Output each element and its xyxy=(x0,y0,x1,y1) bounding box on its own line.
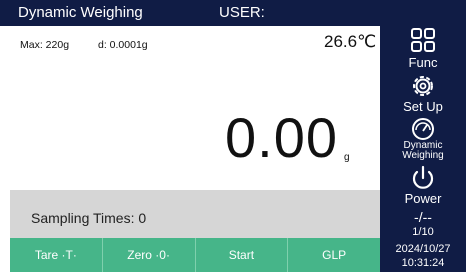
func-label: Func xyxy=(408,55,438,70)
mode-title: Dynamic Weighing xyxy=(18,4,143,21)
power-button[interactable]: Power xyxy=(380,164,466,205)
page-indicator: 1/10 xyxy=(412,226,434,238)
readability: d: 0.0001g xyxy=(98,39,148,51)
side-menu: Func Set Up Dynamic Weighing Power -/-- … xyxy=(380,0,466,272)
level-indicator: -/-- xyxy=(414,209,432,225)
dynamic-label-line2: Weighing xyxy=(402,150,444,161)
weighing-display: Max: 220g d: 0.0001g 26.6℃ 0.00 g xyxy=(10,26,380,190)
gauge-icon xyxy=(412,118,434,140)
sampling-row: Sampling Times: 0 xyxy=(10,190,380,238)
weight-unit: g xyxy=(344,152,350,163)
power-icon xyxy=(412,165,434,189)
tare-button[interactable]: Tare ·T· xyxy=(10,238,103,272)
temperature-readout: 26.6℃ xyxy=(324,32,377,51)
start-button[interactable]: Start xyxy=(196,238,289,272)
weight-value: 0.00 xyxy=(225,106,338,169)
gear-icon xyxy=(413,76,433,96)
max-capacity: Max: 220g xyxy=(20,39,70,51)
setup-label: Set Up xyxy=(403,99,443,114)
dynamic-weighing-button[interactable]: Dynamic Weighing xyxy=(380,117,466,161)
sampling-times: Sampling Times: 0 xyxy=(31,210,147,226)
time-readout: 10:31:24 xyxy=(401,257,445,269)
setup-button[interactable]: Set Up xyxy=(380,72,466,113)
zero-button[interactable]: Zero ·0· xyxy=(103,238,196,272)
power-label: Power xyxy=(404,191,442,206)
glp-button[interactable]: GLP xyxy=(288,238,380,272)
func-button[interactable]: Func xyxy=(380,26,466,69)
softkey-bar: Tare ·T· Zero ·0· Start GLP xyxy=(10,238,380,272)
date-readout: 2024/10/27 xyxy=(395,243,451,255)
user-label: USER: xyxy=(219,4,265,21)
grid-icon xyxy=(411,28,435,52)
balance-screen: Dynamic Weighing USER: Max: 220g d: 0.00… xyxy=(0,0,466,272)
